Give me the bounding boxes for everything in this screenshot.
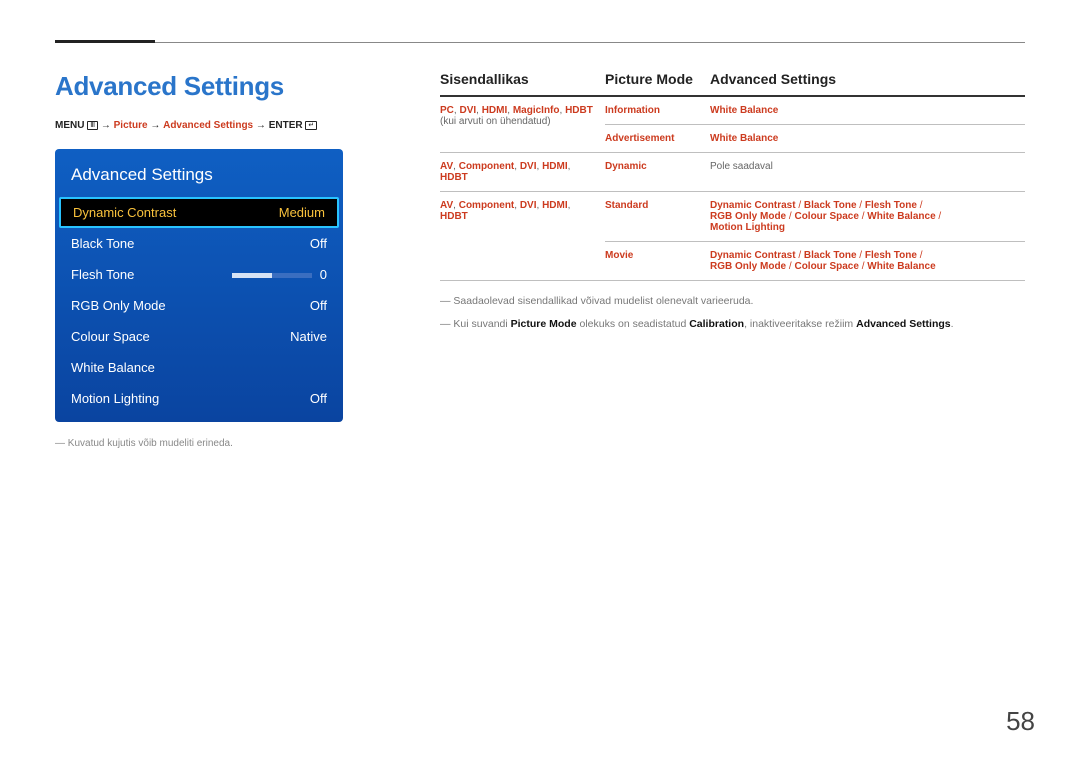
cell-picture-mode: Dynamic <box>605 153 710 192</box>
panel-note: Kuvatud kujutis võib mudeliti erineda. <box>55 438 385 449</box>
cell-picture-mode: Movie <box>605 242 710 281</box>
top-rule <box>55 40 1025 43</box>
th-picture-mode: Picture Mode <box>605 71 710 96</box>
table-row: PC, DVI, HDMI, MagicInfo, HDBT (kui arvu… <box>440 96 1025 125</box>
table-row: AV, Component, DVI, HDMI, HDBTDynamicPol… <box>440 153 1025 192</box>
page-title: Advanced Settings <box>55 71 385 102</box>
cell-picture-mode: Advertisement <box>605 125 710 153</box>
osd-label: Motion Lighting <box>71 391 159 406</box>
osd-value: 0 <box>232 267 327 282</box>
osd-value: Native <box>290 329 327 344</box>
page-number: 58 <box>1006 706 1035 737</box>
osd-row-motion-lighting[interactable]: Motion Lighting Off <box>55 383 343 414</box>
breadcrumb-enter: ENTER <box>269 120 303 131</box>
cell-advanced: White Balance <box>710 125 1025 153</box>
note-1: Saadaolevad sisendallikad võivad mudelis… <box>440 293 1025 310</box>
cell-source: PC, DVI, HDMI, MagicInfo, HDBT (kui arvu… <box>440 96 605 153</box>
slider-track[interactable] <box>232 273 312 278</box>
osd-row-rgb-only-mode[interactable]: RGB Only Mode Off <box>55 290 343 321</box>
breadcrumb: MENU Ⅲ → Picture → Advanced Settings → E… <box>55 120 385 131</box>
osd-row-flesh-tone[interactable]: Flesh Tone 0 <box>55 259 343 290</box>
osd-title: Advanced Settings <box>55 159 343 197</box>
cell-source: AV, Component, DVI, HDMI, HDBT <box>440 192 605 281</box>
settings-table: Sisendallikas Picture Mode Advanced Sett… <box>440 71 1025 281</box>
note-2: Kui suvandi Picture Mode olekuks on sead… <box>440 316 1025 333</box>
osd-value: Medium <box>279 205 325 220</box>
cell-picture-mode: Information <box>605 96 710 125</box>
osd-row-colour-space[interactable]: Colour Space Native <box>55 321 343 352</box>
osd-label: Flesh Tone <box>71 267 134 282</box>
cell-picture-mode: Standard <box>605 192 710 242</box>
cell-source: AV, Component, DVI, HDMI, HDBT <box>440 153 605 192</box>
cell-advanced: Dynamic Contrast / Black Tone / Flesh To… <box>710 192 1025 242</box>
th-advanced: Advanced Settings <box>710 71 1025 96</box>
osd-value: Off <box>310 298 327 313</box>
table-row: AV, Component, DVI, HDMI, HDBTStandardDy… <box>440 192 1025 242</box>
osd-label: White Balance <box>71 360 155 375</box>
osd-row-dynamic-contrast[interactable]: Dynamic Contrast Medium <box>59 197 339 228</box>
osd-value: Off <box>310 236 327 251</box>
cell-advanced: Dynamic Contrast / Black Tone / Flesh To… <box>710 242 1025 281</box>
breadcrumb-menu: MENU <box>55 120 84 131</box>
breadcrumb-advanced: Advanced Settings <box>163 120 253 131</box>
th-source: Sisendallikas <box>440 71 605 96</box>
osd-label: Colour Space <box>71 329 150 344</box>
osd-value: Off <box>310 391 327 406</box>
cell-advanced: Pole saadaval <box>710 153 1025 192</box>
menu-icon: Ⅲ <box>87 121 98 130</box>
osd-row-black-tone[interactable]: Black Tone Off <box>55 228 343 259</box>
osd-label: RGB Only Mode <box>71 298 166 313</box>
osd-row-white-balance[interactable]: White Balance <box>55 352 343 383</box>
osd-panel: Advanced Settings Dynamic Contrast Medium… <box>55 149 343 422</box>
cell-advanced: White Balance <box>710 96 1025 125</box>
enter-icon: ↵ <box>305 121 317 130</box>
breadcrumb-picture: Picture <box>114 120 148 131</box>
osd-label: Black Tone <box>71 236 134 251</box>
osd-label: Dynamic Contrast <box>73 205 176 220</box>
